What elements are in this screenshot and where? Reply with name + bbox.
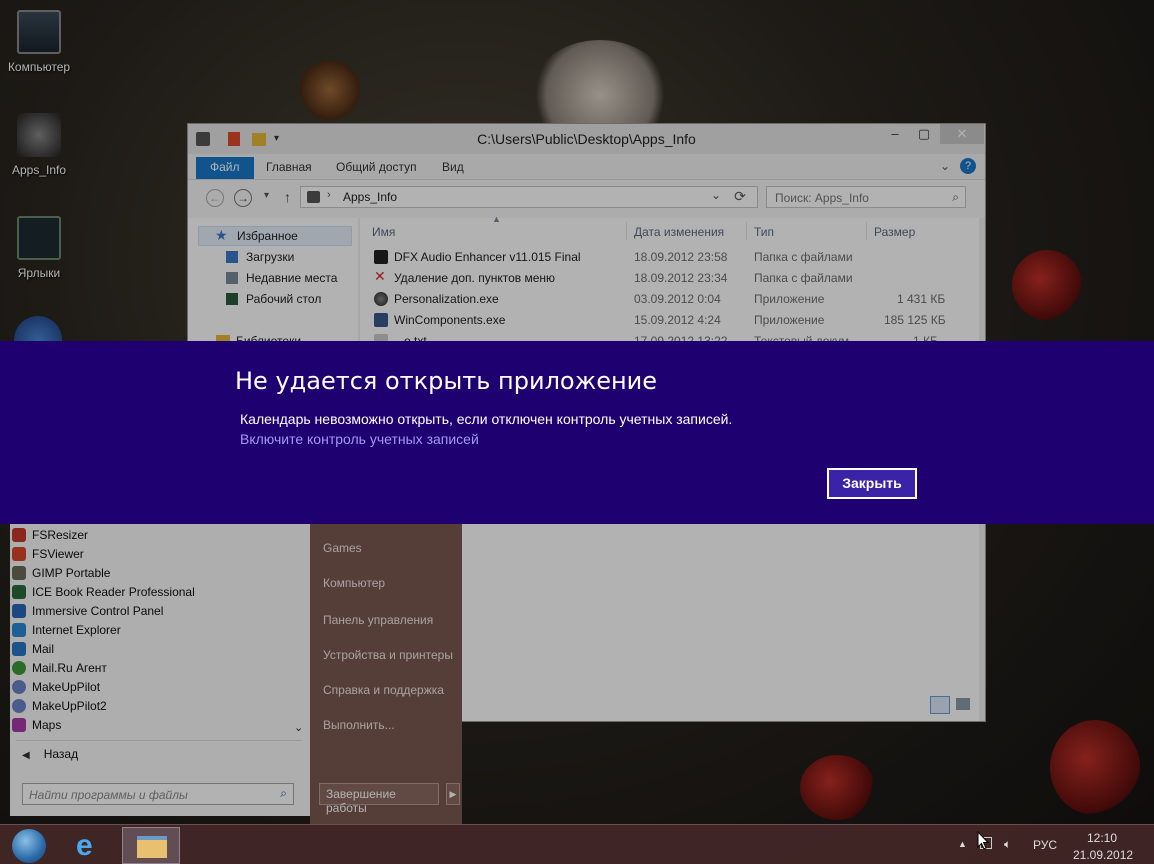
error-dialog: Не удается открыть приложение Календарь … [0, 341, 1154, 524]
mouse-cursor-icon [977, 831, 990, 850]
internet-explorer-icon: e [76, 829, 93, 862]
clock-date[interactable]: 21.09.2012 [1073, 848, 1133, 862]
taskbar-file-explorer[interactable] [122, 827, 180, 864]
dialog-title: Не удается открыть приложение [235, 367, 658, 395]
windows-orb-icon [12, 829, 46, 863]
enable-uac-link[interactable]: Включите контроль учетных записей [240, 431, 479, 447]
taskbar-internet-explorer[interactable]: e [62, 827, 120, 864]
language-indicator[interactable]: РУС [1033, 838, 1057, 852]
folder-icon [137, 836, 167, 858]
dialog-message: Календарь невозможно открыть, если отклю… [240, 411, 733, 427]
show-hidden-icons-icon[interactable]: ▲ [958, 839, 967, 849]
close-button[interactable]: Закрыть [827, 468, 917, 499]
volume-icon[interactable]: 🔈︎ [1004, 837, 1011, 852]
start-button[interactable] [0, 827, 58, 864]
clock-time[interactable]: 12:10 [1087, 831, 1117, 845]
